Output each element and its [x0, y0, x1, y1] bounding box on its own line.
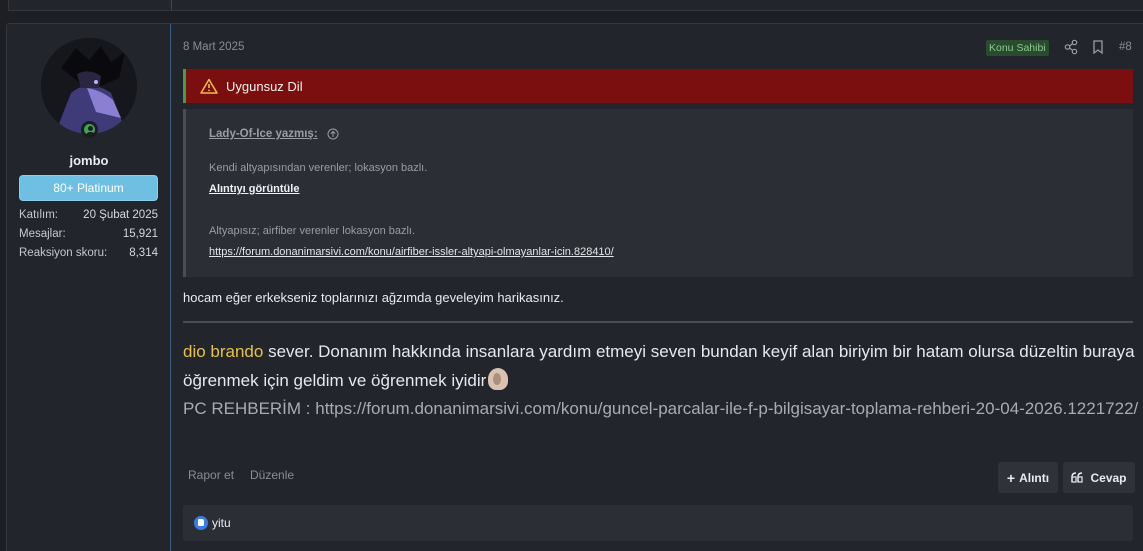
user-stats: Katılım: 20 Şubat 2025 Mesajlar: 15,921 … — [19, 206, 158, 263]
share-icon[interactable] — [1064, 39, 1078, 55]
warning-banner: Uygunsuz Dil — [183, 69, 1133, 103]
edit-link[interactable]: Düzenle — [250, 468, 294, 482]
post-content: 8 Mart 2025 Konu Sahibi #8 Uygunsuz Dil … — [183, 24, 1143, 551]
online-status-icon — [81, 121, 98, 138]
quote-line: Kendi altyapısından verenler; lokasyon b… — [209, 162, 428, 174]
quote-button[interactable]: + Alıntı — [998, 462, 1058, 493]
plus-icon: + — [1006, 469, 1016, 486]
bookmark-icon[interactable] — [1092, 39, 1104, 55]
signature-name: dio brando — [183, 342, 264, 361]
stat-value: 8,314 — [129, 247, 158, 259]
stat-row-reaction-score: Reaksiyon skoru: 8,314 — [19, 244, 158, 263]
stat-value: 15,921 — [122, 228, 158, 240]
stat-label: Katılım: — [19, 209, 58, 221]
emoji-icon — [488, 368, 509, 390]
stat-label: Mesajlar: — [19, 228, 66, 240]
signature-pc-guide: PC REHBERİM : https://forum.donanimarsiv… — [183, 399, 1139, 418]
rank-badge: 80+ Platinum — [19, 175, 158, 201]
stat-row-joined: Katılım: 20 Şubat 2025 — [19, 206, 158, 225]
view-quote-link[interactable]: Alıntıyı görüntüle — [209, 183, 299, 195]
arrow-up-circle-icon[interactable] — [327, 128, 339, 140]
forum-post: jombo 80+ Platinum Katılım: 20 Şubat 202… — [6, 23, 1143, 551]
signature: dio brando sever. Donanım hakkında insan… — [183, 337, 1143, 395]
username[interactable]: jombo — [7, 153, 171, 168]
reaction-users[interactable]: yitu — [212, 516, 231, 530]
avatar[interactable] — [41, 38, 137, 134]
reactions-bar: yitu — [183, 505, 1133, 541]
reply-quote-icon — [1071, 472, 1084, 483]
previous-post-bottom — [8, 0, 1143, 11]
quote-line: Altyapısız; airfiber verenler lokasyon b… — [209, 225, 416, 237]
reply-button[interactable]: Cevap — [1063, 462, 1135, 493]
like-icon — [194, 516, 208, 530]
signature-text: sever. Donanım hakkında insanlara yardım… — [183, 342, 1135, 390]
stat-label: Reaksiyon skoru: — [19, 247, 108, 259]
message-text: hocam eğer erkekseniz toplarınızı ağzımd… — [183, 290, 564, 305]
op-badge: Konu Sahibi — [986, 40, 1049, 56]
report-link[interactable]: Rapor et — [188, 468, 234, 482]
warning-icon — [200, 78, 218, 94]
post-date[interactable]: 8 Mart 2025 — [183, 41, 244, 53]
signature-divider — [183, 321, 1133, 323]
quote-block: Lady-Of-Ice yazmış: Kendi altyapısından … — [183, 109, 1133, 277]
quote-author-link[interactable]: Lady-Of-Ice yazmış: — [209, 128, 318, 140]
warning-text: Uygunsuz Dil — [226, 78, 303, 94]
quote-url-link[interactable]: https://forum.donanimarsivi.com/konu/air… — [209, 246, 614, 258]
stat-value: 20 Şubat 2025 — [83, 209, 158, 221]
user-info-column: jombo 80+ Platinum Katılım: 20 Şubat 202… — [7, 24, 171, 551]
reply-button-label: Cevap — [1090, 470, 1127, 485]
previous-post-divider — [171, 0, 172, 10]
quote-button-label: Alıntı — [1019, 470, 1050, 485]
stat-row-messages: Mesajlar: 15,921 — [19, 225, 158, 244]
post-number[interactable]: #8 — [1119, 41, 1132, 53]
